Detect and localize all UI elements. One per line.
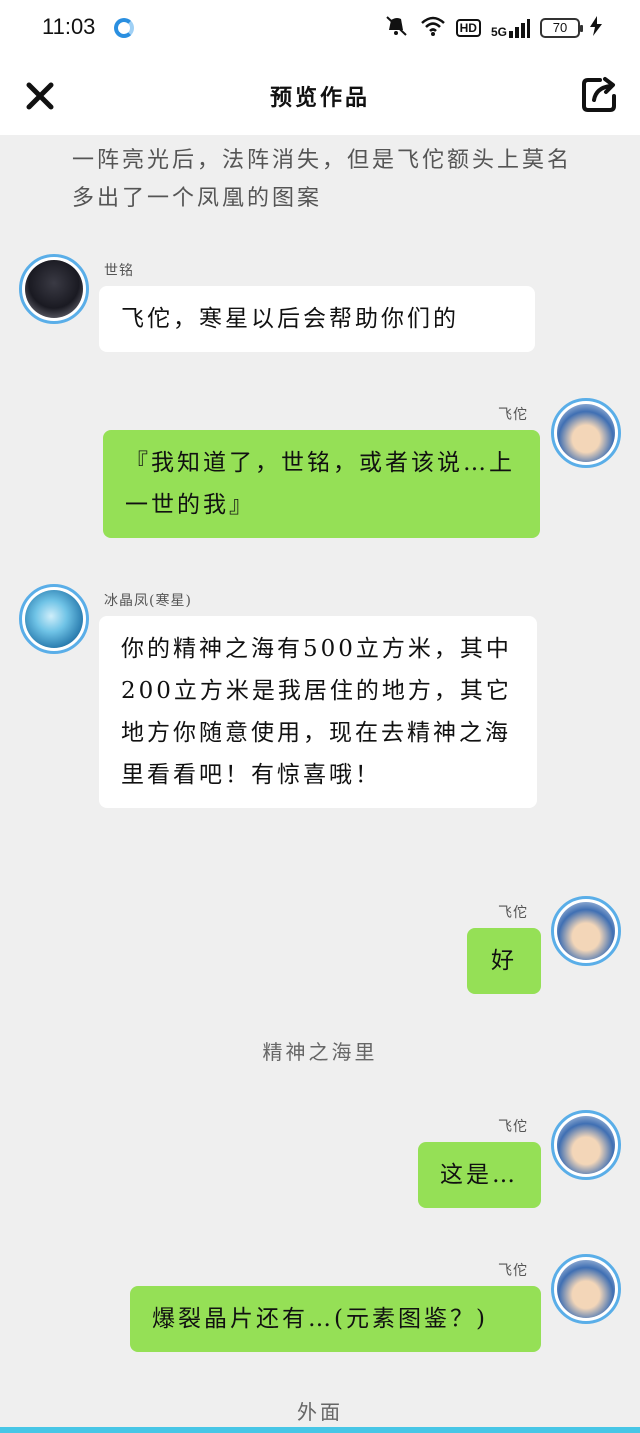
speaker-name: 世铭 [104,263,134,279]
share-button[interactable] [580,74,620,114]
mute-icon [384,15,410,41]
cellular-signal-icon: 5G [491,18,530,38]
status-bar: 11:03 HD 5G 70 [0,0,640,58]
avatar[interactable] [551,1254,621,1324]
message-bubble: 好 [467,928,541,994]
battery-indicator: 70 [540,18,583,38]
message-bubble: 爆裂晶片还有…(元素图鉴？) [130,1286,541,1352]
speaker-name: 飞佗 [498,1119,528,1135]
speaker-name: 冰晶凤(寒星) [104,593,192,609]
narration-text: 外面 [297,1400,343,1424]
avatar[interactable] [551,896,621,966]
speaker-name: 飞佗 [498,1263,528,1279]
avatar[interactable] [551,398,621,468]
network-type-label: 5G [490,25,507,39]
share-icon [582,77,616,112]
app-header: 预览作品 [0,58,640,135]
top-bar: 11:03 HD 5G 70 预览作品 [0,0,640,135]
browser-app-icon [114,18,134,38]
message-bubble: 这是… [418,1142,541,1208]
speaker-name: 飞佗 [498,905,528,921]
narration-text: 一阵亮光后，法阵消失，但是飞佗额头上莫名多出了一个凤凰的图案 [72,148,573,211]
bottom-accent-bar [0,1427,640,1433]
message-bubble: 『我知道了，世铭，或者该说…上一世的我』 [103,430,540,538]
avatar[interactable] [19,254,89,324]
speaker-name: 飞佗 [498,407,528,423]
message-bubble: 飞佗，寒星以后会帮助你们的 [99,286,535,352]
avatar[interactable] [551,1110,621,1180]
hd-badge: HD [455,19,481,37]
avatar[interactable] [19,584,89,654]
page-title: 预览作品 [269,85,370,111]
wifi-icon [420,15,446,41]
charging-icon [590,15,602,41]
status-time: 11:03 [42,14,96,39]
narration-text: 精神之海里 [262,1040,378,1064]
status-icons: HD 5G 70 [384,14,602,42]
message-bubble: 你的精神之海有500立方米，其中200立方米是我居住的地方，其它地方你随意使用，… [99,616,537,808]
